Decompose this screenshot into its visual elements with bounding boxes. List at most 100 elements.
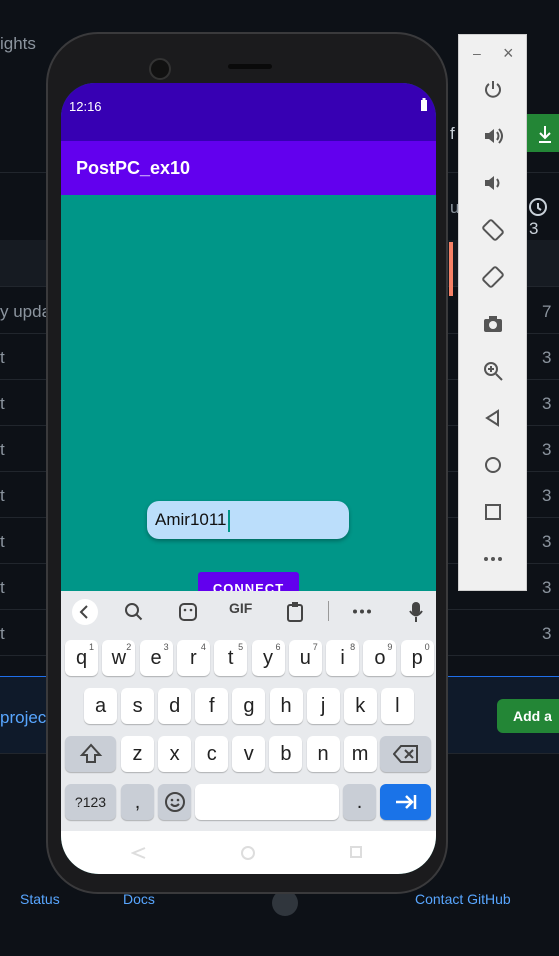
key-g[interactable]: g bbox=[232, 688, 266, 724]
download-icon bbox=[539, 126, 551, 143]
overview-icon bbox=[485, 504, 501, 520]
history-icon[interactable]: 3 bbox=[527, 196, 559, 239]
more-button[interactable] bbox=[477, 548, 509, 580]
more-options-icon[interactable] bbox=[352, 609, 372, 614]
status-time: 12:16 bbox=[69, 99, 102, 114]
key-q[interactable]: q1 bbox=[65, 640, 98, 676]
key-p[interactable]: p0 bbox=[400, 640, 434, 676]
emulator-panel: – × bbox=[458, 34, 527, 591]
nav-home-icon[interactable] bbox=[240, 845, 256, 861]
app-title: PostPC_ex10 bbox=[76, 158, 191, 178]
key-j[interactable]: j bbox=[306, 688, 340, 724]
back-button[interactable] bbox=[477, 407, 509, 439]
volume-up-icon bbox=[485, 128, 503, 144]
enter-key[interactable] bbox=[380, 784, 431, 820]
key-y[interactable]: y6 bbox=[251, 640, 285, 676]
row-age-text: 3 bbox=[542, 486, 552, 505]
rotate-right-icon bbox=[482, 266, 504, 288]
device-screen: 12:16 PostPC_ex10 Amir1011 CONNECT GIF q… bbox=[61, 83, 436, 874]
text-cursor bbox=[227, 509, 230, 532]
minimize-button[interactable]: – bbox=[473, 45, 481, 61]
keyboard-toolbar: GIF bbox=[61, 591, 436, 631]
row-age-text: 3 bbox=[542, 348, 552, 367]
comma-key[interactable]: , bbox=[121, 784, 154, 820]
sticker-icon[interactable] bbox=[178, 602, 198, 622]
download-button[interactable] bbox=[527, 114, 559, 152]
period-key[interactable]: . bbox=[343, 784, 376, 820]
key-b[interactable]: b bbox=[269, 736, 303, 772]
key-v[interactable]: v bbox=[232, 736, 266, 772]
emoji-key[interactable] bbox=[158, 784, 191, 820]
row-file-text[interactable]: t bbox=[0, 440, 5, 460]
key-i[interactable]: i8 bbox=[326, 640, 360, 676]
row-file-text[interactable]: t bbox=[0, 532, 5, 552]
row-age-text: 3 bbox=[542, 440, 552, 459]
key-s[interactable]: s bbox=[121, 688, 155, 724]
key-l[interactable]: l bbox=[380, 688, 414, 724]
home-button[interactable] bbox=[477, 454, 509, 486]
backspace-key[interactable] bbox=[380, 736, 431, 772]
shift-icon bbox=[79, 743, 102, 763]
volume-down-icon bbox=[485, 176, 500, 190]
row-file-text[interactable]: t bbox=[0, 578, 5, 598]
rotate-left-button[interactable] bbox=[477, 219, 509, 251]
rotate-right-button[interactable] bbox=[477, 266, 509, 298]
status-bar: 12:16 bbox=[61, 83, 436, 141]
space-key[interactable] bbox=[195, 784, 339, 820]
power-button[interactable] bbox=[477, 78, 509, 110]
emoji-icon bbox=[164, 792, 185, 812]
key-r[interactable]: r4 bbox=[176, 640, 210, 676]
screenshot-button[interactable] bbox=[477, 313, 509, 345]
key-w[interactable]: w2 bbox=[102, 640, 136, 676]
footer-contact-link[interactable]: Contact GitHub bbox=[415, 891, 511, 907]
gif-button[interactable]: GIF bbox=[229, 600, 252, 616]
row-file-text[interactable]: t bbox=[0, 624, 5, 644]
microphone-icon[interactable] bbox=[409, 601, 423, 623]
battery-icon bbox=[421, 98, 427, 111]
row-file-text[interactable]: t bbox=[0, 486, 5, 506]
key-x[interactable]: x bbox=[158, 736, 192, 772]
username-input[interactable]: Amir1011 bbox=[147, 501, 349, 539]
row-file-text[interactable]: t bbox=[0, 394, 5, 414]
volume-up-button[interactable] bbox=[477, 125, 509, 157]
key-k[interactable]: k bbox=[343, 688, 377, 724]
system-nav-bar bbox=[61, 831, 436, 874]
key-z[interactable]: z bbox=[121, 736, 154, 772]
home-icon bbox=[485, 457, 501, 473]
chevron-left-icon[interactable] bbox=[71, 598, 99, 626]
nav-overview-icon[interactable] bbox=[349, 845, 363, 859]
key-c[interactable]: c bbox=[195, 736, 229, 772]
power-icon bbox=[485, 81, 501, 98]
row-age-text: 3 bbox=[542, 578, 552, 597]
add-button[interactable]: Add a bbox=[497, 699, 559, 733]
speaker-grille bbox=[228, 64, 272, 69]
input-text: Amir1011 bbox=[155, 510, 227, 529]
close-button[interactable]: × bbox=[503, 43, 514, 64]
footer-status-link[interactable]: Status bbox=[20, 891, 60, 907]
key-u[interactable]: u7 bbox=[288, 640, 322, 676]
search-icon[interactable] bbox=[124, 602, 144, 622]
shift-key[interactable] bbox=[65, 736, 116, 772]
nav-back-icon[interactable] bbox=[131, 846, 147, 860]
back-icon bbox=[485, 409, 499, 427]
key-f[interactable]: f bbox=[195, 688, 229, 724]
key-o[interactable]: o9 bbox=[363, 640, 397, 676]
symbols-key[interactable]: ?123 bbox=[65, 784, 116, 820]
row-file-text[interactable]: t bbox=[0, 348, 5, 368]
row-age-text: 3 bbox=[542, 532, 552, 551]
key-n[interactable]: n bbox=[306, 736, 340, 772]
key-m[interactable]: m bbox=[343, 736, 377, 772]
clipboard-icon[interactable] bbox=[286, 601, 304, 623]
key-h[interactable]: h bbox=[269, 688, 303, 724]
volume-down-button[interactable] bbox=[477, 172, 509, 204]
key-e[interactable]: e3 bbox=[139, 640, 173, 676]
zoom-button[interactable] bbox=[477, 360, 509, 392]
bg-project-text[interactable]: project bbox=[0, 708, 51, 728]
overview-button[interactable] bbox=[477, 501, 509, 533]
bg-f-letter: f bbox=[450, 124, 455, 143]
rotate-left-icon bbox=[482, 219, 504, 241]
key-a[interactable]: a bbox=[84, 688, 117, 724]
key-t[interactable]: t5 bbox=[214, 640, 248, 676]
key-d[interactable]: d bbox=[158, 688, 192, 724]
zoom-icon bbox=[484, 362, 503, 381]
